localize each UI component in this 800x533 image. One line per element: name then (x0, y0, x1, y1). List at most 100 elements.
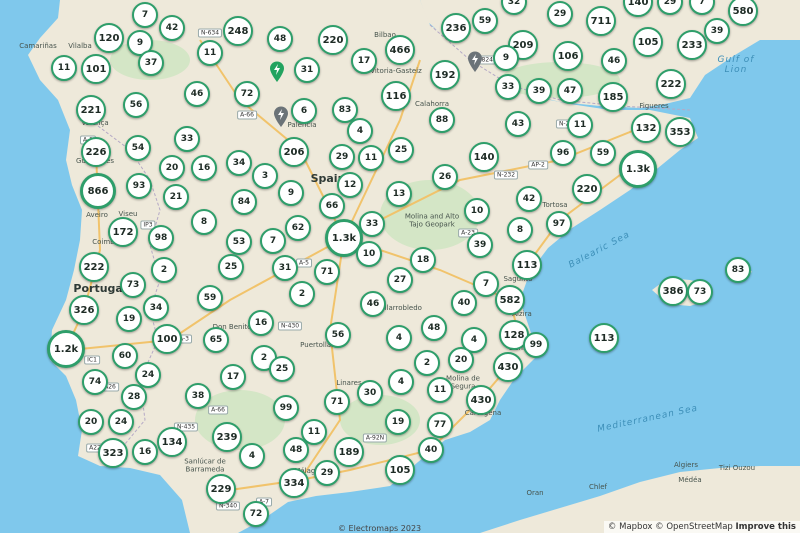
charger-cluster[interactable]: 60 (112, 343, 138, 369)
charger-cluster[interactable]: 100 (152, 324, 182, 354)
charger-cluster[interactable]: 71 (314, 259, 340, 285)
charger-cluster[interactable]: 34 (143, 295, 169, 321)
charger-cluster[interactable]: 582 (495, 285, 525, 315)
charger-cluster[interactable]: 24 (108, 409, 134, 435)
charger-cluster[interactable]: 4 (347, 118, 373, 144)
charger-cluster[interactable]: 25 (269, 356, 295, 382)
charger-cluster[interactable]: 12 (337, 172, 363, 198)
charger-cluster[interactable]: 30 (357, 380, 383, 406)
charger-cluster[interactable]: 4 (239, 443, 265, 469)
charger-cluster[interactable]: 140 (469, 142, 499, 172)
charger-cluster[interactable]: 56 (123, 92, 149, 118)
charger-cluster[interactable]: 189 (334, 437, 364, 467)
mapbox-attribution-link[interactable]: © Mapbox (608, 522, 653, 532)
charger-cluster[interactable]: 2 (151, 257, 177, 283)
charger-cluster[interactable]: 27 (387, 267, 413, 293)
charger-cluster[interactable]: 62 (285, 215, 311, 241)
charger-cluster[interactable]: 43 (505, 111, 531, 137)
charger-cluster[interactable]: 7 (473, 271, 499, 297)
charger-cluster[interactable]: 13 (386, 181, 412, 207)
charger-cluster[interactable]: 248 (223, 16, 253, 46)
charger-cluster[interactable]: 7 (260, 228, 286, 254)
charger-cluster[interactable]: 33 (174, 126, 200, 152)
charger-cluster[interactable]: 88 (429, 107, 455, 133)
charger-cluster[interactable]: 39 (704, 18, 730, 44)
charger-cluster[interactable]: 192 (430, 60, 460, 90)
charger-cluster[interactable]: 2 (414, 350, 440, 376)
charger-cluster[interactable]: 8 (191, 209, 217, 235)
charger-cluster[interactable]: 99 (523, 332, 549, 358)
charger-cluster[interactable]: 84 (231, 189, 257, 215)
charger-cluster[interactable]: 28 (121, 384, 147, 410)
charger-cluster[interactable]: 8 (507, 217, 533, 243)
charger-cluster[interactable]: 172 (108, 217, 138, 247)
charger-cluster[interactable]: 11 (358, 145, 384, 171)
charger-cluster[interactable]: 40 (418, 437, 444, 463)
charger-cluster[interactable]: 1.3k (619, 150, 657, 188)
charger-cluster[interactable]: 42 (159, 15, 185, 41)
charger-pin-icon[interactable] (273, 106, 289, 132)
charger-cluster[interactable]: 59 (590, 140, 616, 166)
improve-map-link[interactable]: Improve this (736, 522, 797, 532)
charger-cluster[interactable]: 106 (553, 41, 583, 71)
charger-pin-icon[interactable] (467, 51, 483, 77)
charger-cluster[interactable]: 38 (185, 383, 211, 409)
charger-cluster[interactable]: 101 (81, 54, 111, 84)
charger-cluster[interactable]: 47 (557, 78, 583, 104)
charger-cluster[interactable]: 20 (78, 409, 104, 435)
charger-cluster[interactable]: 31 (294, 57, 320, 83)
charger-cluster[interactable]: 83 (725, 257, 751, 283)
charger-cluster[interactable]: 39 (526, 78, 552, 104)
charger-cluster[interactable]: 226 (81, 137, 111, 167)
charger-cluster[interactable]: 25 (388, 137, 414, 163)
charger-cluster[interactable]: 239 (212, 422, 242, 452)
charger-cluster[interactable]: 46 (184, 81, 210, 107)
charger-cluster[interactable]: 42 (516, 186, 542, 212)
charger-cluster[interactable]: 31 (272, 255, 298, 281)
charger-cluster[interactable]: 220 (318, 25, 348, 55)
charger-cluster[interactable]: 48 (283, 437, 309, 463)
charger-cluster[interactable]: 99 (273, 395, 299, 421)
charger-cluster[interactable]: 386 (658, 276, 688, 306)
charger-cluster[interactable]: 236 (441, 13, 471, 43)
charger-cluster[interactable]: 4 (386, 325, 412, 351)
charger-cluster[interactable]: 29 (329, 144, 355, 170)
charger-cluster[interactable]: 466 (385, 35, 415, 65)
charger-cluster[interactable]: 206 (279, 137, 309, 167)
charger-cluster[interactable]: 11 (567, 112, 593, 138)
charger-cluster[interactable]: 54 (125, 135, 151, 161)
charger-cluster[interactable]: 71 (324, 389, 350, 415)
charger-cluster[interactable]: 220 (572, 174, 602, 204)
charger-cluster[interactable]: 37 (138, 50, 164, 76)
charger-cluster[interactable]: 20 (448, 347, 474, 373)
charger-cluster[interactable]: 233 (677, 30, 707, 60)
charger-cluster[interactable]: 18 (410, 247, 436, 273)
charger-cluster[interactable]: 334 (279, 468, 309, 498)
charger-cluster[interactable]: 323 (98, 438, 128, 468)
charger-cluster[interactable]: 11 (51, 55, 77, 81)
charger-cluster[interactable]: 29 (314, 460, 340, 486)
charger-cluster[interactable]: 29 (547, 1, 573, 27)
charger-cluster[interactable]: 19 (116, 306, 142, 332)
charger-cluster[interactable]: 113 (589, 323, 619, 353)
charger-cluster[interactable]: 7 (132, 2, 158, 28)
charger-cluster[interactable]: 866 (80, 173, 116, 209)
charger-cluster[interactable]: 74 (82, 369, 108, 395)
charger-cluster[interactable]: 229 (206, 474, 236, 504)
charger-cluster[interactable]: 39 (467, 232, 493, 258)
charger-cluster[interactable]: 105 (633, 27, 663, 57)
charger-cluster[interactable]: 17 (351, 48, 377, 74)
charger-cluster[interactable]: 120 (94, 23, 124, 53)
charger-cluster[interactable]: 72 (243, 501, 269, 527)
charger-cluster[interactable]: 33 (495, 74, 521, 100)
charger-cluster[interactable]: 6 (291, 98, 317, 124)
charger-cluster[interactable]: 353 (665, 117, 695, 147)
charger-cluster[interactable]: 97 (546, 211, 572, 237)
charger-cluster[interactable]: 66 (319, 193, 345, 219)
charger-cluster[interactable]: 46 (601, 48, 627, 74)
charger-cluster[interactable]: 93 (126, 173, 152, 199)
charger-cluster[interactable]: 20 (159, 155, 185, 181)
charger-cluster[interactable]: 34 (226, 150, 252, 176)
charger-cluster[interactable]: 221 (76, 95, 106, 125)
charger-cluster[interactable]: 33 (359, 211, 385, 237)
